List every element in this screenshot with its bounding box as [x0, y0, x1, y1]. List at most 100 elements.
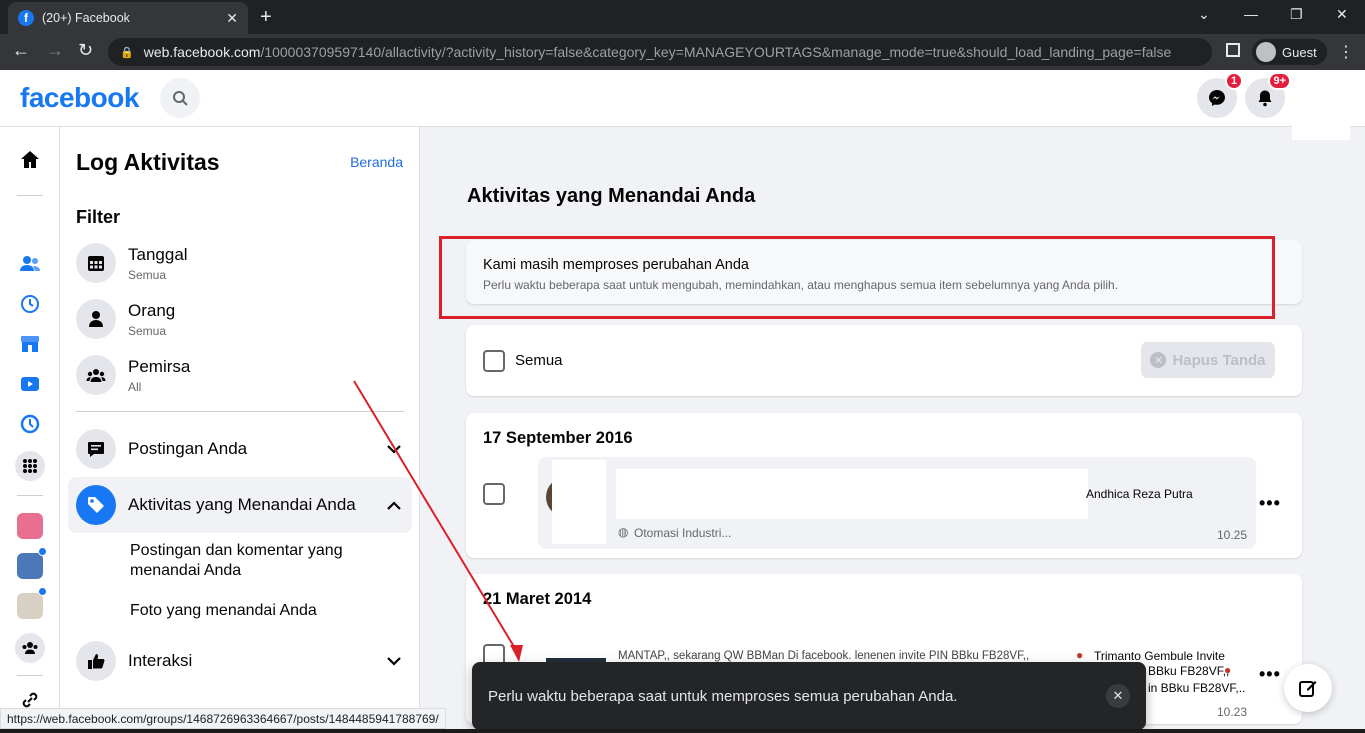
- redacted-area: [552, 460, 606, 544]
- home-link[interactable]: Beranda: [350, 154, 403, 170]
- marketplace-icon[interactable]: [17, 331, 43, 357]
- side-panel-icon[interactable]: [1226, 43, 1240, 57]
- minimize-icon[interactable]: —: [1244, 6, 1258, 22]
- status-bar-url: https://web.facebook.com/groups/14687269…: [0, 708, 446, 729]
- back-icon[interactable]: ←: [12, 40, 30, 61]
- remove-tag-label: Hapus Tanda: [1172, 351, 1266, 369]
- unread-dot: [38, 547, 47, 556]
- browser-tab[interactable]: f (20+) Facebook ✕: [8, 2, 248, 34]
- groups-icon[interactable]: [15, 633, 45, 663]
- browser-toolbar: ← → ↻ 🔒 web.facebook.com /10000370959714…: [0, 34, 1365, 70]
- notifications-button[interactable]: 9+: [1245, 72, 1291, 118]
- header-blank-area: [1292, 70, 1350, 140]
- subnav-tagged-posts-comments[interactable]: Postingan dan komentar yang menandai And…: [130, 541, 360, 581]
- activity-log-icon[interactable]: [17, 411, 43, 437]
- nav-label: Aktivitas yang Menandai Anda: [128, 495, 356, 514]
- filter-value: Semua: [128, 267, 167, 282]
- page-title: Aktivitas yang Menandai Anda: [467, 185, 756, 207]
- left-rail: [0, 127, 60, 717]
- activity-group-card: 17 September 2016 Andhica Reza Putra ◍ O…: [466, 413, 1302, 558]
- activity-item[interactable]: Andhica Reza Putra ◍ Otomasi Industri...…: [538, 457, 1256, 549]
- redacted-area: [616, 469, 1088, 519]
- group-shortcut-icon[interactable]: [17, 513, 43, 539]
- profile-button[interactable]: Guest: [1252, 39, 1327, 65]
- close-icon[interactable]: ✕: [1106, 684, 1130, 708]
- messenger-button[interactable]: 1: [1197, 72, 1243, 118]
- notifications-badge: 9+: [1268, 72, 1291, 90]
- filter-label: Orang: [128, 300, 176, 320]
- filter-label: Tanggal: [128, 244, 188, 264]
- select-all-checkbox[interactable]: [483, 350, 505, 372]
- post-text: Trimanto Gembule Invite: [1094, 649, 1225, 663]
- more-options-icon[interactable]: •••: [1259, 664, 1281, 685]
- filter-date[interactable]: Tanggal Semua: [76, 243, 188, 283]
- search-icon[interactable]: [160, 78, 200, 118]
- nav-tagged-activity[interactable]: Aktivitas yang Menandai Anda: [68, 477, 412, 533]
- watch-icon[interactable]: [17, 371, 43, 397]
- post-text: MANTAP,, sekarang QW BBMan Di facebook. …: [618, 650, 1030, 662]
- nav-your-posts[interactable]: Postingan Anda: [68, 421, 412, 477]
- facebook-favicon-icon: f: [18, 10, 34, 26]
- remove-tag-button[interactable]: ✕ Hapus Tanda: [1141, 342, 1275, 378]
- rail-divider: [17, 675, 43, 676]
- tab-search-chevron-icon[interactable]: ⌄: [1198, 6, 1210, 23]
- tag-icon: [76, 485, 116, 525]
- bulk-action-bar: Semua ✕ Hapus Tanda: [466, 325, 1302, 396]
- group-shortcut-icon[interactable]: [17, 553, 43, 579]
- facebook-logo[interactable]: facebook: [20, 82, 139, 114]
- lock-icon: 🔒: [120, 46, 134, 59]
- toast-text: Perlu waktu beberapa saat untuk memprose…: [488, 687, 958, 705]
- forward-icon[interactable]: →: [46, 40, 64, 61]
- subnav-tagged-photos[interactable]: Foto yang menandai Anda: [130, 601, 360, 621]
- strawberry-icon: ●: [1076, 648, 1084, 662]
- sidebar-title: Log Aktivitas: [76, 149, 220, 175]
- messenger-icon: [1209, 90, 1225, 106]
- filter-value: All: [128, 379, 142, 394]
- person-icon: [76, 299, 116, 339]
- tab-close-icon[interactable]: ✕: [226, 10, 238, 27]
- filter-label: Pemirsa: [128, 356, 191, 376]
- address-bar[interactable]: 🔒 web.facebook.com /100003709597140/alla…: [108, 38, 1212, 66]
- post-author[interactable]: Andhica Reza Putra: [1086, 487, 1193, 501]
- url-path: /100003709597140/allactivity/?activity_h…: [260, 44, 1172, 60]
- globe-icon: ◍: [618, 525, 629, 539]
- reload-icon[interactable]: ↻: [78, 40, 93, 61]
- facebook-header: facebook 1 9+: [0, 70, 1365, 140]
- group-shortcut-icon[interactable]: [17, 593, 43, 619]
- more-options-icon[interactable]: •••: [1259, 493, 1281, 514]
- item-checkbox[interactable]: [483, 483, 505, 505]
- like-icon: [76, 641, 116, 681]
- tab-title: (20+) Facebook: [42, 11, 130, 25]
- strawberry-icon: ●: [1224, 663, 1232, 677]
- toast-notification: Perlu waktu beberapa saat untuk memprose…: [472, 662, 1146, 730]
- new-tab-icon[interactable]: +: [260, 6, 272, 29]
- chevron-up-icon[interactable]: [376, 497, 412, 513]
- chevron-down-icon[interactable]: [376, 441, 412, 457]
- compose-message-icon[interactable]: [1284, 664, 1332, 712]
- rail-divider: [17, 195, 43, 196]
- browser-tabbar: f (20+) Facebook ✕ + ⌄ — ❐ ✕: [0, 0, 1365, 34]
- date-heading: 17 September 2016: [483, 429, 633, 447]
- filter-value: Semua: [128, 323, 167, 338]
- post-source[interactable]: Otomasi Industri...: [634, 526, 731, 540]
- restore-icon[interactable]: ❐: [1290, 6, 1303, 23]
- chevron-down-icon[interactable]: [376, 653, 412, 669]
- post-text: BBku FB28VF,,: [1148, 664, 1230, 678]
- window-close-icon[interactable]: ✕: [1336, 6, 1348, 23]
- friends-icon[interactable]: [17, 251, 43, 277]
- nav-interactions[interactable]: Interaksi: [68, 633, 412, 689]
- filter-audience[interactable]: Pemirsa All: [76, 355, 190, 395]
- annotation-highlight-box: [439, 236, 1275, 319]
- bell-icon: [1258, 90, 1272, 107]
- calendar-icon: [76, 243, 116, 283]
- rail-divider: [17, 495, 43, 496]
- menu-grid-icon[interactable]: [15, 451, 45, 481]
- post-time: 10.23: [1217, 705, 1248, 719]
- filter-people[interactable]: Orang Semua: [76, 299, 175, 339]
- browser-menu-icon[interactable]: ⋮: [1338, 42, 1354, 62]
- activity-log-sidebar: Log Aktivitas Beranda Filter Tanggal Sem…: [60, 127, 420, 717]
- memories-icon[interactable]: [17, 291, 43, 317]
- nav-label: Interaksi: [128, 651, 193, 670]
- home-icon[interactable]: [17, 147, 43, 173]
- date-heading: 21 Maret 2014: [483, 590, 592, 608]
